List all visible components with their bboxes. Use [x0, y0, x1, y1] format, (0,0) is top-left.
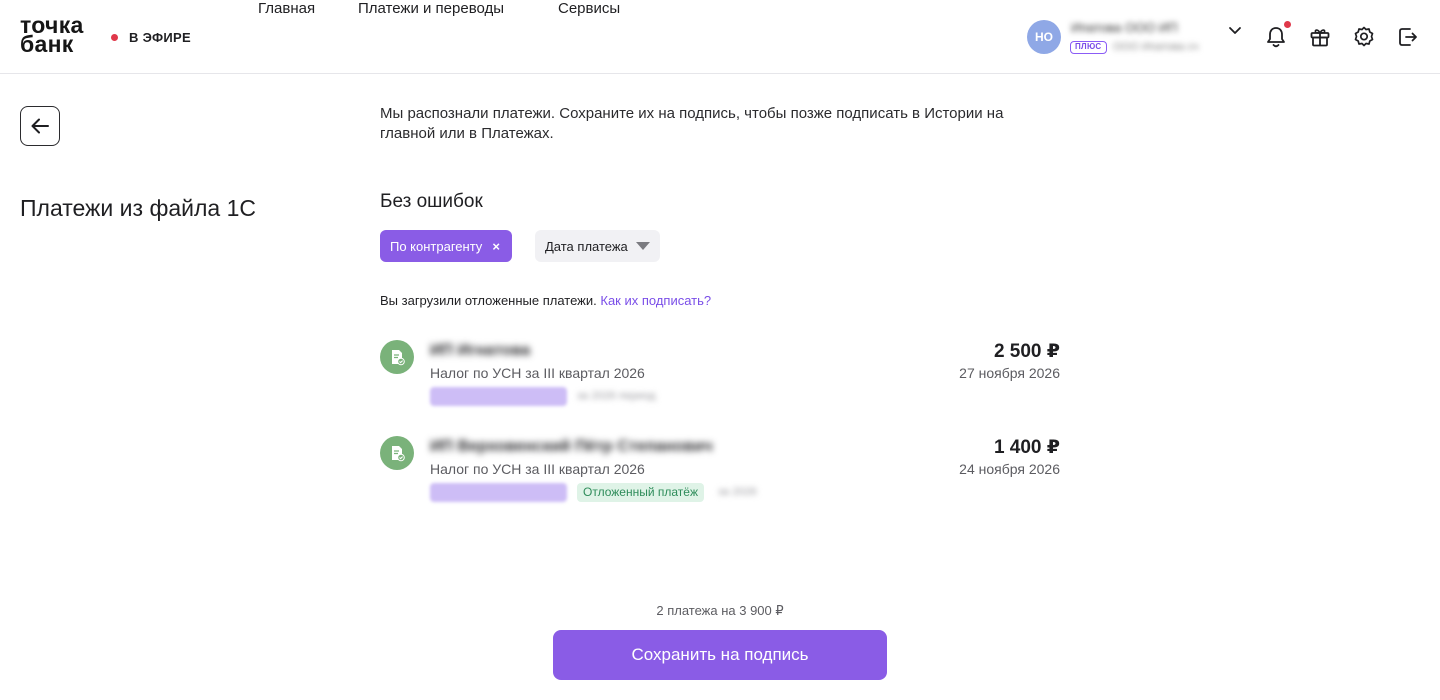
deferred-notice-text: Вы загрузили отложенные платежи.: [380, 293, 601, 308]
filter-chip-label: По контрагенту: [390, 238, 483, 254]
payment-description: Налог по УСН за III квартал 2026: [430, 365, 645, 381]
top-header: точка банк В ЭФИРЕ Главная Платежи и пер…: [0, 0, 1440, 74]
payment-extra: за 2026 период: [577, 390, 656, 402]
live-indicator[interactable]: В ЭФИРЕ: [111, 30, 191, 45]
notification-dot: [1284, 21, 1291, 28]
document-check-icon: [380, 436, 414, 470]
nav-payments[interactable]: Платежи и переводы: [358, 0, 504, 17]
page-title: Платежи из файла 1С: [20, 195, 257, 221]
section-title: Без ошибок: [380, 191, 483, 212]
filter-chip-date-label: Дата платежа: [545, 238, 628, 254]
payments-summary: 2 платежа на 3 900 ₽: [656, 603, 784, 618]
payment-tag: [430, 483, 567, 502]
gift-icon[interactable]: [1307, 24, 1333, 50]
logout-icon[interactable]: [1395, 24, 1421, 50]
filter-chip-date[interactable]: Дата платежа: [535, 230, 660, 262]
payment-recipient: ИП Игнатова: [430, 342, 531, 359]
payment-recipient: ИП Верховенский Пётр Степанович: [430, 438, 713, 455]
gear-icon[interactable]: [1351, 24, 1377, 50]
live-label: В ЭФИРЕ: [129, 30, 191, 45]
payment-amount: 2 500 ₽: [993, 341, 1060, 362]
payment-date: 24 ноября 2026: [959, 461, 1060, 477]
nav-services[interactable]: Сервисы: [558, 0, 620, 17]
chevron-down-icon[interactable]: [1227, 22, 1243, 38]
account-subtitle: ООО Ипатова сч: [1113, 41, 1199, 53]
triangle-down-icon: [635, 242, 650, 250]
payment-row[interactable]: ИП Верховенский Пётр Степанович Налог по…: [380, 436, 1060, 516]
live-dot-icon: [111, 34, 118, 41]
avatar[interactable]: НО: [1027, 20, 1061, 54]
payment-description: Налог по УСН за III квартал 2026: [430, 461, 645, 477]
close-icon[interactable]: ×: [492, 239, 500, 254]
arrow-left-icon: [31, 118, 49, 134]
payment-row[interactable]: ИП Игнатова Налог по УСН за III квартал …: [380, 340, 1060, 420]
nav-main[interactable]: Главная: [258, 0, 315, 17]
payment-date: 27 ноября 2026: [959, 365, 1060, 381]
intro-text: Мы распознали платежи. Сохраните их на п…: [380, 105, 1004, 142]
back-button[interactable]: [20, 106, 60, 146]
deferred-notice: Вы загрузили отложенные платежи. Как их …: [380, 293, 711, 308]
bell-icon[interactable]: [1263, 24, 1289, 50]
account-plus-badge: ПЛЮС: [1070, 41, 1107, 54]
deferred-payment-badge: Отложенный платёж: [577, 483, 704, 502]
save-for-signature-button[interactable]: Сохранить на подпись: [553, 630, 887, 680]
payment-tag: [430, 387, 567, 406]
bank-logo[interactable]: точка банк: [20, 14, 84, 56]
payment-extra: за 2026: [718, 486, 757, 498]
payment-amount: 1 400 ₽: [993, 437, 1060, 458]
account-name[interactable]: Ипатова ООО ИП: [1071, 20, 1178, 35]
document-check-icon: [380, 340, 414, 374]
filter-chip-counterparty[interactable]: По контрагенту ×: [380, 230, 512, 262]
how-to-sign-link[interactable]: Как их подписать?: [600, 293, 711, 308]
